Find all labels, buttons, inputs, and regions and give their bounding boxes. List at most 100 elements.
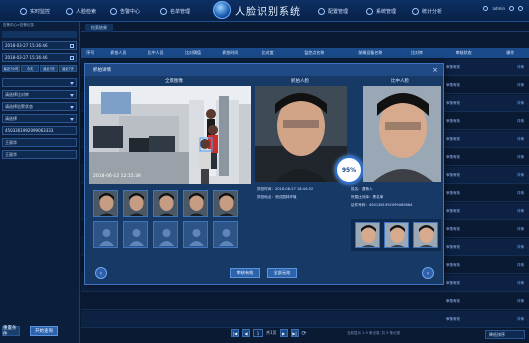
detail-link[interactable]: 详情 xyxy=(517,191,524,196)
matched-person-info: 姓名：谭杨人 所属比对库：黑名单 证件号码：450136199209906586… xyxy=(351,187,441,211)
user-icon xyxy=(66,7,73,15)
nav-realtime-monitor[interactable]: 实时监控 xyxy=(20,5,50,17)
audit-status: 审核有效 xyxy=(446,191,460,195)
capture-location: 抓拍地点：测试园林环境 xyxy=(257,195,297,199)
empty-thumbnail xyxy=(93,221,118,248)
face-thumbnail[interactable] xyxy=(93,190,118,217)
matched-thumbnail[interactable] xyxy=(413,222,438,248)
app-logo: 人脸识别系统 xyxy=(213,1,301,19)
reset-button[interactable]: 重置条件 xyxy=(2,326,20,337)
nav-alarm-center[interactable]: 告警中心 xyxy=(110,5,140,17)
nav-system-management[interactable]: 系统管理 xyxy=(366,5,396,17)
empty-thumbnail xyxy=(213,221,238,248)
audit-status: 审核有效 xyxy=(446,173,460,177)
detail-link[interactable]: 详情 xyxy=(517,299,524,304)
detail-link[interactable]: 详情 xyxy=(517,209,524,214)
audit-status: 审核有效 xyxy=(446,263,460,267)
next-record-button[interactable]: › xyxy=(422,267,434,279)
first-page-button[interactable]: |◀ xyxy=(231,329,239,337)
detail-link[interactable]: 详情 xyxy=(517,245,524,250)
select-arrow-icon xyxy=(70,82,74,85)
nav-statistics[interactable]: 统计分析 xyxy=(412,5,442,17)
select-value: 请选择告警状态 xyxy=(5,103,33,109)
help-icon[interactable] xyxy=(509,6,514,11)
face-thumbnail[interactable] xyxy=(123,190,148,217)
name-value: 王丽华 xyxy=(5,139,17,145)
face-thumbnail[interactable] xyxy=(183,190,208,217)
close-icon[interactable]: × xyxy=(432,66,438,74)
column-header: 审核状态 xyxy=(455,50,472,55)
audit-invalid-button[interactable]: 全部无效 xyxy=(267,268,297,278)
person-placeholder-icon xyxy=(99,229,114,246)
detail-link[interactable]: 详情 xyxy=(517,65,524,70)
detail-link[interactable]: 详情 xyxy=(517,137,524,142)
list-icon xyxy=(160,7,167,15)
power-icon[interactable] xyxy=(518,6,523,11)
column-header: 抓拍人员 xyxy=(110,50,127,55)
app-title: 人脸识别系统 xyxy=(235,6,301,18)
start-time-field[interactable]: 2018-03-27 15:36:46 xyxy=(2,41,77,50)
user-menu[interactable]: admin xyxy=(483,6,523,11)
name-input-2[interactable]: 王丽华 xyxy=(2,150,77,159)
prev-page-button[interactable]: ◀ xyxy=(242,329,250,337)
tab-results[interactable]: 检索结果 xyxy=(85,24,113,32)
select-compare-library[interactable]: 请选择比对库 xyxy=(2,90,77,99)
matched-thumbnail[interactable] xyxy=(384,222,409,248)
detail-link[interactable]: 详情 xyxy=(517,263,524,268)
nav-list-management[interactable]: 名单管理 xyxy=(160,5,190,17)
select-placeholder-1[interactable] xyxy=(2,78,77,87)
detail-link[interactable]: 详情 xyxy=(517,227,524,232)
capture-face-label: 抓拍人脸 xyxy=(291,79,309,84)
nav-label: 配置管理 xyxy=(328,8,349,15)
quick-range-button[interactable]: 最近7小时 xyxy=(2,65,20,72)
total-pages: 共1页 xyxy=(266,330,277,335)
matched-thumbnail[interactable] xyxy=(355,222,380,248)
id-number-input[interactable]: 4503361992099063333 xyxy=(2,126,77,135)
select-alarm-status[interactable]: 请选择告警状态 xyxy=(2,102,77,111)
detail-link[interactable]: 详情 xyxy=(517,317,524,322)
quick-range-button[interactable]: 最近3天 xyxy=(40,65,58,72)
face-icon xyxy=(356,223,379,247)
end-time-field[interactable]: 2018-03-27 15:36:46 xyxy=(2,53,77,62)
similarity-score: 95% xyxy=(335,156,363,184)
page-number-input[interactable]: 1 xyxy=(253,329,263,337)
column-header: 序号 xyxy=(86,50,95,55)
select-generic[interactable]: 请选择 xyxy=(2,114,77,123)
quick-range-button[interactable]: 最近7天 xyxy=(59,65,77,72)
prev-record-button[interactable]: ‹ xyxy=(95,267,107,279)
capture-face-image xyxy=(255,86,347,182)
matched-face-illustration xyxy=(363,86,441,182)
calendar-icon[interactable] xyxy=(70,56,74,60)
nav-label: 名单管理 xyxy=(170,8,191,15)
top-navigation-bar: 实时监控 人脸检索 告警中心 名单管理 人脸识别系统 配置管理 系统管理 统计分… xyxy=(0,0,529,22)
nav-face-search[interactable]: 人脸检索 xyxy=(66,5,96,17)
monitor-icon xyxy=(20,7,27,15)
face-thumbnail[interactable] xyxy=(213,190,238,217)
search-button[interactable]: 开始查询 xyxy=(30,326,58,336)
empty-thumbnail xyxy=(153,221,178,248)
audit-valid-button[interactable]: 审核有效 xyxy=(230,268,260,278)
detail-link[interactable]: 详情 xyxy=(517,119,524,124)
next-page-button[interactable]: ▶ xyxy=(279,329,288,337)
audit-status: 审核有效 xyxy=(446,245,460,249)
nav-config-management[interactable]: 配置管理 xyxy=(318,5,348,17)
table-row[interactable]: 审核有效 详情 xyxy=(81,311,529,328)
refresh-icon[interactable]: ⟳ xyxy=(302,330,307,337)
face-icon xyxy=(154,191,177,216)
face-thumbnail[interactable] xyxy=(153,190,178,217)
detail-link[interactable]: 详情 xyxy=(517,101,524,106)
detail-link[interactable]: 详情 xyxy=(517,281,524,286)
notification-icon[interactable] xyxy=(483,6,489,11)
calendar-icon[interactable] xyxy=(70,44,74,48)
detail-link[interactable]: 详情 xyxy=(517,173,524,178)
id-number-value: 4503361992099063333 xyxy=(5,128,54,133)
detail-link[interactable]: 详情 xyxy=(517,83,524,88)
table-row[interactable]: 审核有效 详情 xyxy=(81,293,529,310)
last-page-button[interactable]: ▶| xyxy=(290,329,299,337)
quick-range-button[interactable]: 今天 xyxy=(21,65,39,72)
matched-face-image xyxy=(363,86,441,182)
name-input[interactable]: 王丽华 xyxy=(2,138,77,147)
audit-status: 审核有效 xyxy=(446,227,460,231)
sort-select[interactable]: 降低排序 xyxy=(485,330,525,339)
detail-link[interactable]: 详情 xyxy=(517,155,524,160)
